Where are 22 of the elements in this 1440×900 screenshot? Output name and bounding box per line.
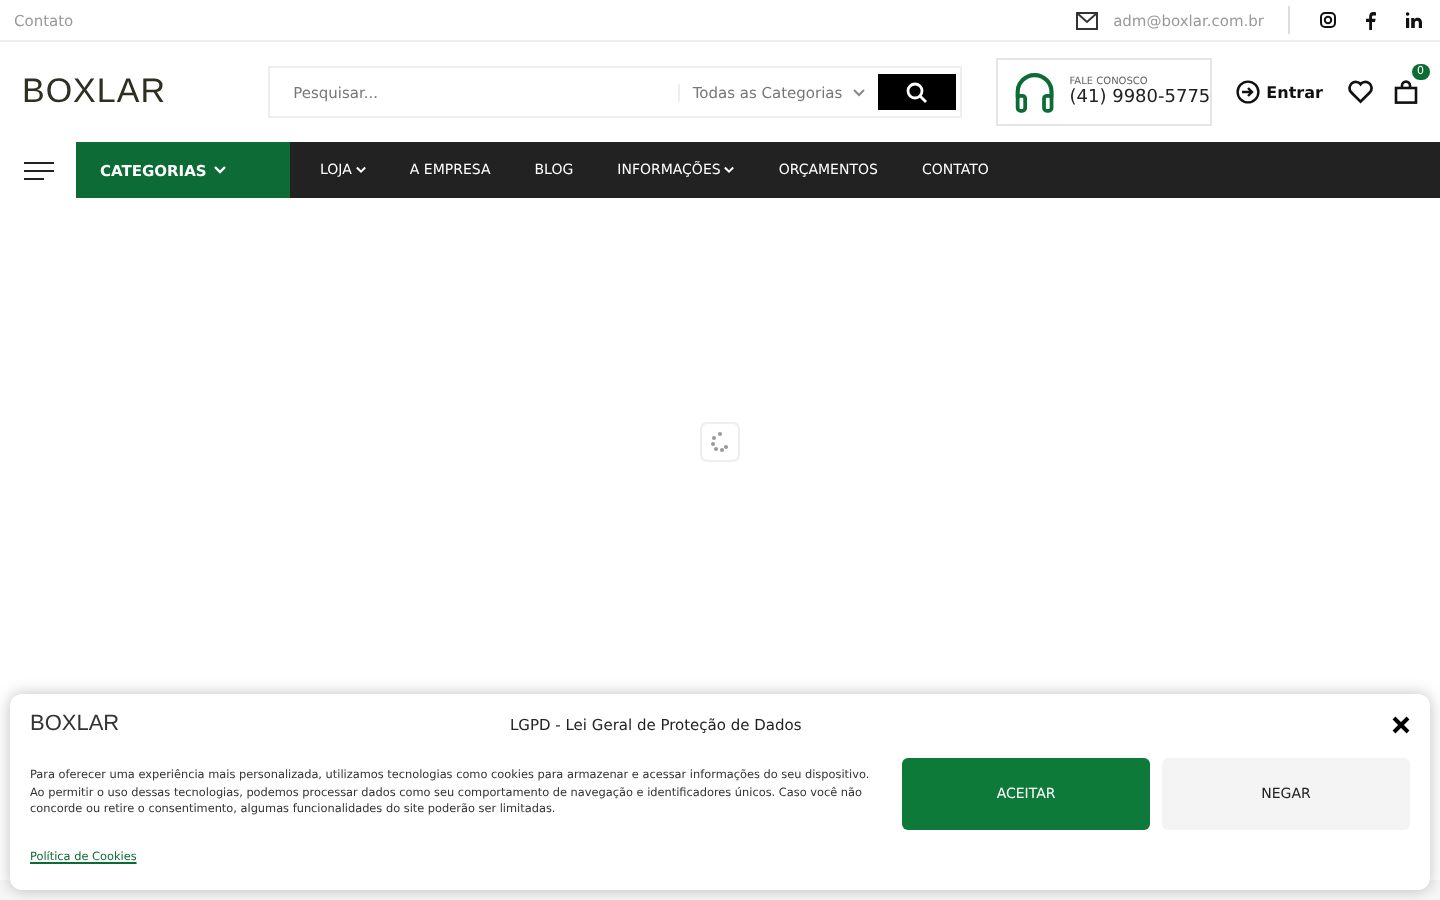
loading-spinner-icon [700, 421, 740, 461]
login-button[interactable]: Entrar [1236, 80, 1323, 104]
chevron-down-icon [214, 166, 227, 174]
instagram-icon[interactable] [1320, 12, 1336, 28]
phone-number: (41) 9980-5775 [1069, 88, 1211, 108]
close-icon [1392, 715, 1410, 733]
login-icon [1236, 80, 1261, 104]
mail-icon [1075, 11, 1098, 29]
logo[interactable]: BOXLAR [22, 72, 268, 112]
headset-icon [1012, 70, 1058, 114]
close-button[interactable] [1392, 715, 1410, 733]
shopping-bag-icon[interactable] [1394, 80, 1418, 104]
logo: BOXLAR [30, 712, 122, 736]
search-button[interactable] [878, 74, 957, 110]
heart-icon[interactable] [1348, 80, 1374, 104]
chevron-down-icon [724, 166, 735, 174]
menu-icon [23, 161, 53, 179]
chevron-down-icon [852, 87, 867, 97]
search-icon [906, 81, 929, 103]
linkedin-icon[interactable] [1406, 12, 1422, 28]
chevron-down-icon [355, 166, 366, 174]
facebook-icon[interactable] [1366, 11, 1376, 29]
